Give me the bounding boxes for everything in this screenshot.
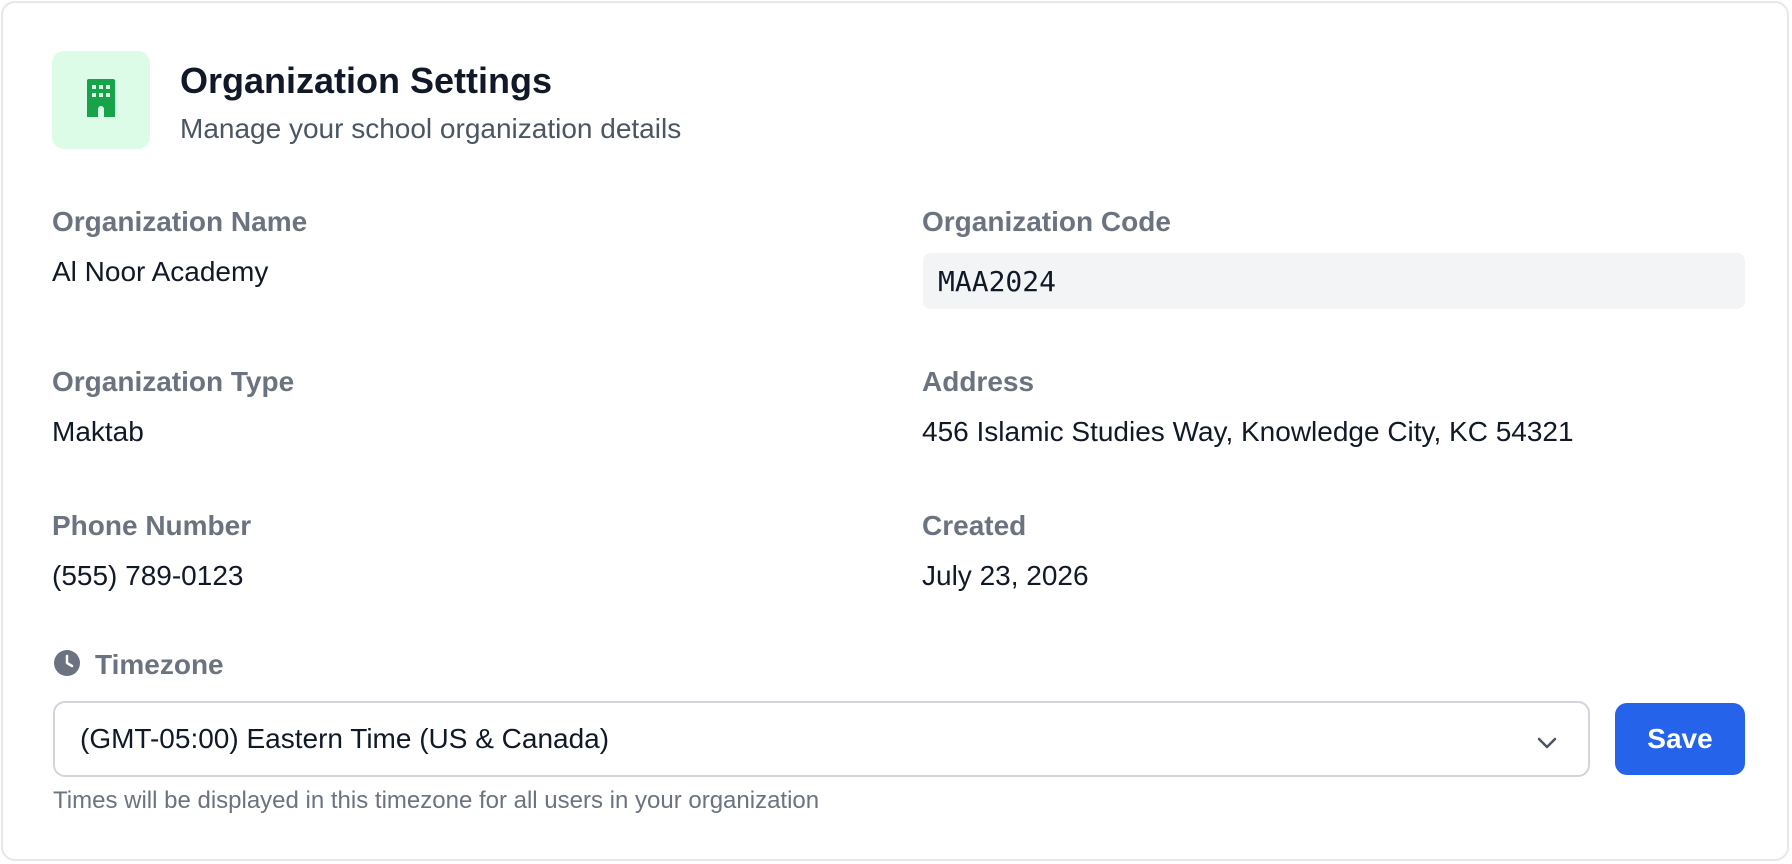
address-value: 456 Islamic Studies Way, Knowledge City,… [922, 416, 1574, 447]
organization-code-label: Organization Code [922, 206, 1171, 237]
address-label: Address [922, 366, 1035, 397]
timezone-selected-value: (GMT-05:00) Eastern Time (US & Canada) [80, 723, 610, 754]
created-label: Created [922, 510, 1027, 541]
page-title: Organization Settings [180, 60, 553, 101]
organization-type-value: Maktab [52, 416, 144, 447]
save-button[interactable]: Save [1615, 703, 1745, 775]
organization-code-value: MAA2024 [938, 264, 1057, 298]
timezone-label: Timezone [95, 649, 224, 680]
phone-number-label: Phone Number [52, 510, 252, 541]
timezone-select[interactable]: (GMT-05:00) Eastern Time (US & Canada) [53, 701, 1590, 777]
timezone-heading: Timezone [53, 648, 224, 682]
clock-icon [53, 649, 81, 682]
chevron-down-icon [1536, 729, 1558, 761]
timezone-help-text: Times will be displayed in this timezone… [53, 787, 820, 814]
organization-code-field: MAA2024 [923, 253, 1745, 309]
building-icon [85, 78, 117, 122]
organization-settings-card: Organization Settings Manage your school… [1, 1, 1789, 861]
organization-name-label: Organization Name [52, 206, 308, 237]
page-subtitle: Manage your school organization details [180, 113, 682, 144]
phone-number-value: (555) 789-0123 [52, 560, 244, 591]
created-value: July 23, 2026 [922, 560, 1089, 591]
organization-name-value: Al Noor Academy [52, 256, 269, 287]
organization-type-label: Organization Type [52, 366, 295, 397]
header-icon-tile [52, 51, 150, 149]
